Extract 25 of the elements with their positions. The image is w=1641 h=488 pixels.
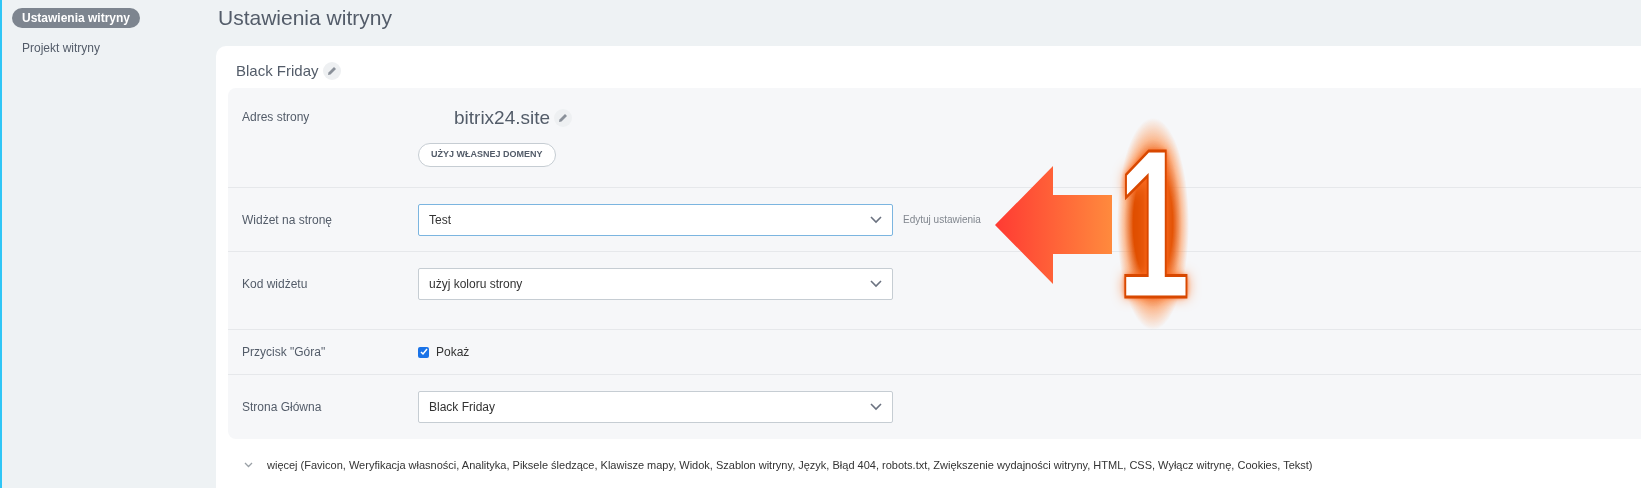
field-label: Strona Główna <box>242 399 323 416</box>
sidebar-item[interactable]: Projekt witryny <box>12 38 111 58</box>
field-label: Przycisk "Góra" <box>242 344 327 361</box>
sidebar-item[interactable]: Ustawienia witryny <box>12 8 141 28</box>
custom-domain-button[interactable]: UŻYJ WŁASNEJ DOMENY <box>418 142 556 167</box>
page-title: Ustawienia witryny <box>218 5 393 31</box>
chevron-down-icon <box>244 462 253 469</box>
checkbox-label: Pokaż <box>436 344 470 361</box>
field-label: Widżet na stronę <box>242 211 334 229</box>
edit-icon[interactable] <box>322 62 341 80</box>
arrow-left-icon <box>995 166 1112 284</box>
chevron-down-icon <box>870 403 882 411</box>
select-field[interactable]: Black Friday <box>418 391 893 423</box>
site-address: bitrix24.site <box>454 106 551 130</box>
chevron-down-icon <box>870 215 882 224</box>
select-field[interactable]: użyj koloru strony <box>418 267 893 300</box>
chevron-down-icon <box>870 279 882 288</box>
checkbox[interactable] <box>418 346 429 358</box>
edit-icon[interactable] <box>554 109 573 128</box>
site-title: Black Friday <box>236 60 319 81</box>
more-settings-link[interactable]: więcej (Favicon, Weryfikacja własności, Analityka, Piksele śledzące, Klawisze mapy, Widok, Szablon witryny, Język, Błąd 404, robots.txt, Zwiększenie wydajności witryny, HTML, CSS, Wyłącz witrynę, Cookies, Tekst) <box>267 457 1313 474</box>
edit-settings-link[interactable]: Edytuj ustawienia <box>903 212 981 227</box>
select-field[interactable]: Test <box>418 203 893 236</box>
field-label: Adres strony <box>242 109 311 126</box>
field-label: Kod widżetu <box>242 275 309 293</box>
